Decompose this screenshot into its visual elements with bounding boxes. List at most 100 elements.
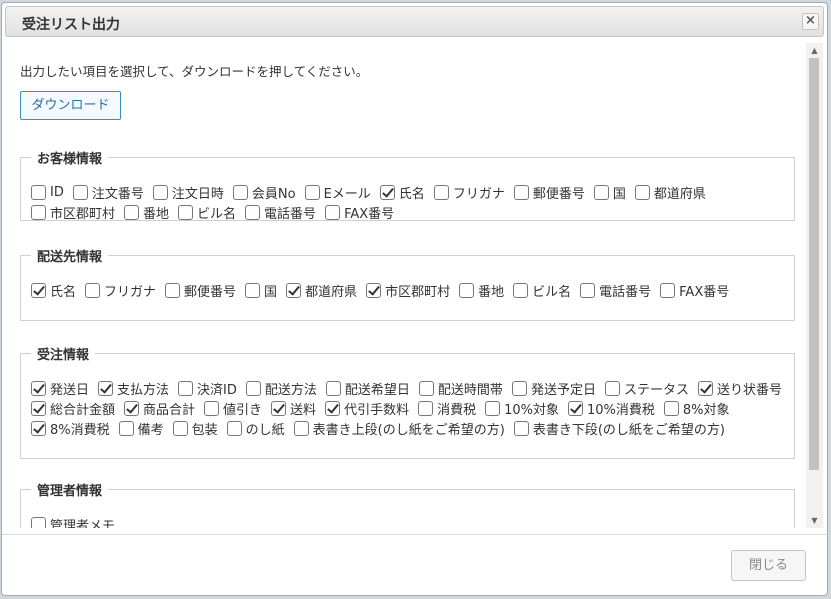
checkbox[interactable] [293,421,309,436]
checkbox-checked[interactable] [379,185,395,200]
checkbox-checked[interactable] [286,283,302,298]
checkbox-checked[interactable] [31,401,46,416]
option-item[interactable]: 表書き下段(のし紙をご希望の方) [513,419,725,438]
option-item[interactable]: 氏名 [379,183,425,202]
option-item[interactable]: 決済ID [178,379,237,398]
option-item[interactable]: ビル名 [178,203,236,222]
option-item[interactable]: 総合計金額 [31,399,115,418]
scroll-up-icon[interactable]: ▲ [806,43,823,58]
checkbox[interactable] [433,185,449,200]
checkbox[interactable] [245,205,261,220]
checkbox[interactable] [226,421,242,436]
scrollbar-thumb[interactable] [809,58,819,470]
checkbox-checked[interactable] [31,381,46,396]
checkbox[interactable] [304,185,320,200]
option-item[interactable]: 支払方法 [98,379,169,398]
option-item[interactable]: 都道府県 [634,183,706,202]
option-item[interactable]: 電話番号 [580,281,651,300]
option-item[interactable]: 電話番号 [245,203,316,222]
checkbox[interactable] [165,283,181,298]
option-item[interactable]: 国 [593,183,626,202]
checkbox[interactable] [513,283,529,298]
option-item[interactable]: 8%消費税 [31,419,110,438]
option-item[interactable]: 都道府県 [286,281,357,300]
option-item[interactable]: 注文日時 [152,183,224,202]
checkbox[interactable] [178,205,194,220]
checkbox[interactable] [118,421,134,436]
checkbox-checked[interactable] [366,283,382,298]
checkbox[interactable] [485,401,501,416]
option-item[interactable]: 氏名 [31,281,76,300]
checkbox[interactable] [580,283,596,298]
checkbox[interactable] [124,205,140,220]
option-item[interactable]: ステータス [604,379,689,398]
option-item[interactable]: 番地 [124,203,169,222]
download-button[interactable]: ダウンロード [20,91,121,120]
option-item[interactable]: 備考 [118,419,164,438]
checkbox[interactable] [245,283,261,298]
option-item[interactable]: フリガナ [433,183,505,202]
option-item[interactable]: 郵便番号 [513,183,585,202]
checkbox-checked[interactable] [98,381,114,396]
content-scrollbar[interactable]: ▲ ▼ [806,43,823,528]
close-icon[interactable]: × [802,13,819,30]
checkbox[interactable] [85,283,101,298]
checkbox[interactable] [593,185,609,200]
checkbox[interactable] [325,381,341,396]
checkbox[interactable] [31,517,46,528]
checkbox[interactable] [604,381,620,396]
checkbox[interactable] [634,185,650,200]
option-item[interactable]: 値引き [204,399,262,418]
checkbox[interactable] [513,421,529,436]
option-item[interactable]: 市区郡町村 [366,281,450,300]
close-button[interactable]: 閉じる [731,550,806,581]
option-item[interactable]: ビル名 [513,281,571,300]
option-item[interactable]: 市区郡町村 [31,203,115,222]
checkbox[interactable] [663,401,679,416]
option-item[interactable]: Eメール [304,183,371,202]
checkbox-checked[interactable] [31,283,46,298]
option-item[interactable]: 代引手数料 [325,399,409,418]
checkbox-checked[interactable] [271,401,287,416]
checkbox[interactable] [152,185,168,200]
checkbox-checked[interactable] [697,381,713,396]
option-item[interactable]: 会員No [232,183,296,202]
checkbox[interactable] [513,185,529,200]
option-item[interactable]: 消費税 [418,399,476,418]
option-item[interactable]: 発送予定日 [511,379,596,398]
checkbox[interactable] [232,185,248,200]
checkbox[interactable] [72,185,88,200]
option-item[interactable]: 送り状番号 [697,379,782,398]
option-item[interactable]: 表書き上段(のし紙をご希望の方) [293,419,505,438]
option-item[interactable]: 発送日 [31,379,89,398]
option-item[interactable]: 配送希望日 [325,379,410,398]
checkbox[interactable] [245,381,261,396]
option-item[interactable]: 配送方法 [245,379,317,398]
checkbox[interactable] [459,283,475,298]
option-item[interactable]: 郵便番号 [165,281,236,300]
option-item[interactable]: 包装 [172,419,218,438]
checkbox-checked[interactable] [31,421,46,436]
option-item[interactable]: ID [31,183,64,202]
scroll-down-icon[interactable]: ▼ [806,513,823,528]
checkbox-checked[interactable] [568,401,583,416]
option-item[interactable]: 管理者メモ [31,515,115,528]
checkbox[interactable] [511,381,527,396]
option-item[interactable]: 商品合計 [124,399,195,418]
checkbox[interactable] [31,205,46,220]
option-item[interactable]: FAX番号 [660,281,729,300]
checkbox[interactable] [418,381,434,396]
checkbox[interactable] [325,205,341,220]
option-item[interactable]: 配送時間帯 [418,379,503,398]
option-item[interactable]: 国 [245,281,277,300]
checkbox[interactable] [31,185,46,200]
option-item[interactable]: 注文番号 [72,183,144,202]
checkbox[interactable] [172,421,188,436]
option-item[interactable]: 10%対象 [485,399,559,418]
checkbox[interactable] [178,381,194,396]
option-item[interactable]: 10%消費税 [568,399,655,418]
option-item[interactable]: 8%対象 [663,399,730,418]
option-item[interactable]: のし紙 [226,419,285,438]
checkbox[interactable] [418,401,434,416]
dialog-titlebar[interactable]: 受注リスト出力 × [5,6,824,37]
